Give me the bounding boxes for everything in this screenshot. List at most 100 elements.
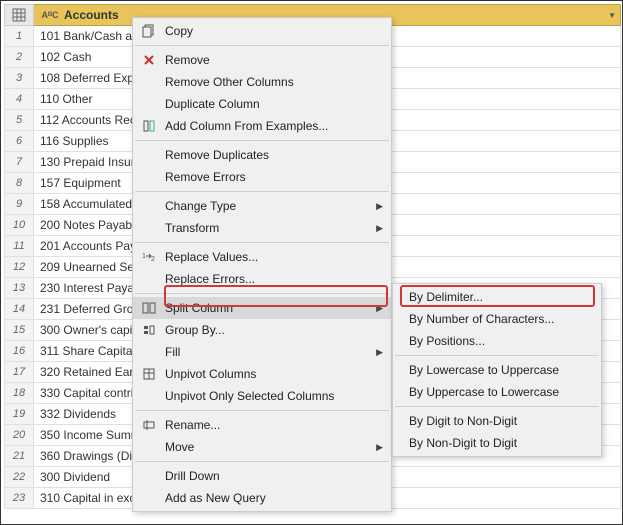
menu-label: Replace Values... [165, 250, 371, 264]
row-number[interactable]: 2 [4, 47, 34, 68]
blank-icon [137, 217, 161, 239]
blank-icon [137, 487, 161, 509]
blank-icon [137, 166, 161, 188]
svg-text:2: 2 [151, 256, 155, 263]
submenu-arrow-icon: ▶ [376, 201, 383, 212]
menu-label: By Positions... [409, 334, 581, 348]
svg-text:1: 1 [142, 253, 146, 260]
menu-label: By Number of Characters... [409, 312, 581, 326]
menu-fill[interactable]: Fill ▶ [133, 341, 391, 363]
menu-remove-errors[interactable]: Remove Errors [133, 166, 391, 188]
menu-digit-to-non[interactable]: By Digit to Non-Digit [393, 410, 601, 432]
menu-label: Transform [165, 221, 371, 235]
row-number[interactable]: 7 [4, 152, 34, 173]
row-number[interactable]: 4 [4, 89, 34, 110]
blank-icon [137, 71, 161, 93]
menu-label: Duplicate Column [165, 97, 371, 111]
menu-rename[interactable]: Rename... [133, 414, 391, 436]
row-number[interactable]: 10 [4, 215, 34, 236]
menu-remove-other[interactable]: Remove Other Columns [133, 71, 391, 93]
menu-separator [395, 406, 599, 407]
menu-separator [135, 410, 389, 411]
menu-by-positions[interactable]: By Positions... [393, 330, 601, 352]
menu-label: Fill [165, 345, 371, 359]
row-number[interactable]: 13 [4, 278, 34, 299]
menu-move[interactable]: Move ▶ [133, 436, 391, 458]
add-column-icon [137, 115, 161, 137]
row-number[interactable]: 14 [4, 299, 34, 320]
row-number[interactable]: 23 [4, 488, 34, 509]
menu-drill-down[interactable]: Drill Down [133, 465, 391, 487]
menu-non-to-digit[interactable]: By Non-Digit to Digit [393, 432, 601, 454]
menu-label: Unpivot Only Selected Columns [165, 389, 371, 403]
row-number[interactable]: 20 [4, 425, 34, 446]
menu-add-from-examples[interactable]: Add Column From Examples... [133, 115, 391, 137]
menu-label: Remove Errors [165, 170, 371, 184]
submenu-arrow-icon: ▶ [376, 223, 383, 234]
menu-group-by[interactable]: Group By... [133, 319, 391, 341]
menu-label: Drill Down [165, 469, 371, 483]
menu-copy[interactable]: Copy [133, 20, 391, 42]
row-number[interactable]: 19 [4, 404, 34, 425]
menu-transform[interactable]: Transform ▶ [133, 217, 391, 239]
row-number[interactable]: 1 [4, 26, 34, 47]
menu-replace-errors[interactable]: Replace Errors... [133, 268, 391, 290]
blank-icon [137, 385, 161, 407]
copy-icon [137, 20, 161, 42]
menu-add-as-query[interactable]: Add as New Query [133, 487, 391, 509]
submenu-split-column: By Delimiter... By Number of Characters.… [392, 283, 602, 457]
row-number[interactable]: 5 [4, 110, 34, 131]
chevron-down-icon[interactable]: ▼ [608, 11, 616, 20]
menu-label: Group By... [165, 323, 371, 337]
row-number[interactable]: 16 [4, 341, 34, 362]
menu-label: By Non-Digit to Digit [409, 436, 581, 450]
menu-unpivot[interactable]: Unpivot Columns [133, 363, 391, 385]
menu-remove[interactable]: Remove [133, 49, 391, 71]
submenu-arrow-icon: ▶ [376, 303, 383, 314]
row-number[interactable]: 9 [4, 194, 34, 215]
row-number[interactable]: 6 [4, 131, 34, 152]
row-number[interactable]: 18 [4, 383, 34, 404]
blank-icon [137, 436, 161, 458]
menu-low-to-up[interactable]: By Lowercase to Uppercase [393, 359, 601, 381]
row-number[interactable]: 17 [4, 362, 34, 383]
column-name: Accounts [64, 8, 119, 22]
menu-label: By Digit to Non-Digit [409, 414, 581, 428]
menu-split-column[interactable]: Split Column ▶ [133, 297, 391, 319]
menu-change-type[interactable]: Change Type ▶ [133, 195, 391, 217]
menu-label: Remove [165, 53, 371, 67]
select-all-corner[interactable] [4, 4, 34, 26]
menu-label: Change Type [165, 199, 371, 213]
menu-label: By Delimiter... [409, 290, 581, 304]
row-number[interactable]: 22 [4, 467, 34, 488]
menu-label: Replace Errors... [165, 272, 371, 286]
menu-separator [395, 355, 599, 356]
row-number[interactable]: 3 [4, 68, 34, 89]
menu-label: Copy [165, 24, 371, 38]
menu-remove-duplicates[interactable]: Remove Duplicates [133, 144, 391, 166]
row-number[interactable]: 11 [4, 236, 34, 257]
menu-by-delimiter[interactable]: By Delimiter... [393, 286, 601, 308]
row-number[interactable]: 12 [4, 257, 34, 278]
menu-unpivot-selected[interactable]: Unpivot Only Selected Columns [133, 385, 391, 407]
menu-duplicate[interactable]: Duplicate Column [133, 93, 391, 115]
row-number[interactable]: 21 [4, 446, 34, 467]
remove-icon [137, 49, 161, 71]
menu-separator [135, 293, 389, 294]
submenu-arrow-icon: ▶ [376, 442, 383, 453]
menu-separator [135, 242, 389, 243]
menu-separator [135, 191, 389, 192]
context-menu-column: Copy Remove Remove Other Columns Duplica… [132, 17, 392, 512]
menu-by-num-chars[interactable]: By Number of Characters... [393, 308, 601, 330]
menu-replace-values[interactable]: 12 Replace Values... [133, 246, 391, 268]
row-number[interactable]: 15 [4, 320, 34, 341]
blank-icon [137, 93, 161, 115]
menu-up-to-low[interactable]: By Uppercase to Lowercase [393, 381, 601, 403]
menu-separator [135, 461, 389, 462]
group-icon [137, 319, 161, 341]
menu-label: Add as New Query [165, 491, 371, 505]
rename-icon [137, 414, 161, 436]
row-number[interactable]: 8 [4, 173, 34, 194]
unpivot-icon [137, 363, 161, 385]
split-icon [137, 297, 161, 319]
